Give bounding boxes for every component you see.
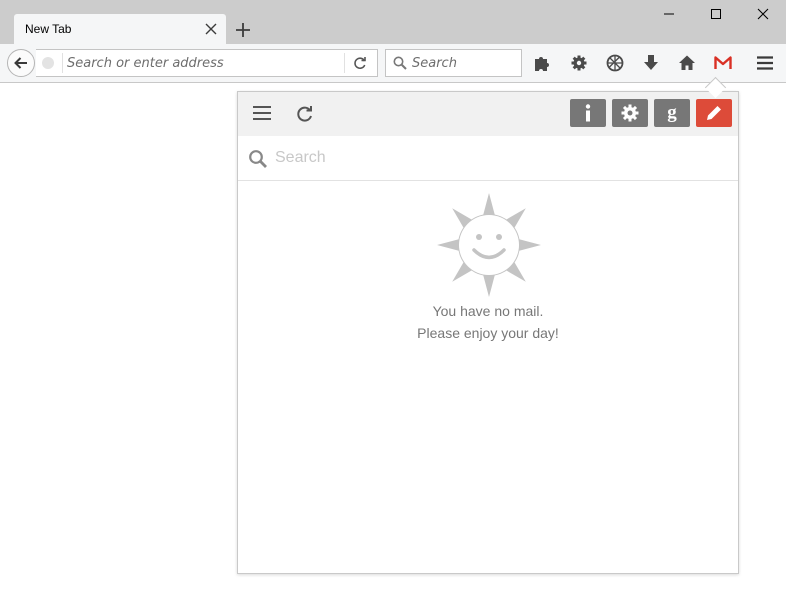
google-button[interactable]: g [654,99,690,127]
back-arrow-icon [14,57,27,69]
svg-text:g: g [667,103,677,123]
reload-icon[interactable] [352,55,368,71]
url-divider-2 [344,53,345,73]
new-tab-plus-icon[interactable] [234,21,252,39]
search-input[interactable] [412,53,512,73]
title-bar: New Tab [0,0,786,44]
minimize-button[interactable] [646,0,692,28]
hamburger-menu-icon[interactable] [755,53,775,73]
tab-new-tab[interactable]: New Tab [14,14,226,44]
tab-title: New Tab [25,22,72,36]
search-icon [249,150,267,168]
settings-button[interactable] [612,99,648,127]
popup-search-input[interactable] [275,147,715,169]
address-input[interactable] [67,53,337,73]
back-button[interactable] [7,49,35,77]
url-bar[interactable] [36,49,378,77]
maximize-button[interactable] [693,0,739,28]
url-divider [62,53,63,73]
settings-icon [621,104,639,122]
smiley-sun-icon [437,193,541,297]
globe-grid-icon[interactable] [605,53,625,73]
maximize-icon [711,9,721,19]
compose-button[interactable] [696,99,732,127]
identity-globe-icon[interactable] [42,57,54,69]
close-icon [757,8,769,20]
gmail-icon[interactable] [713,53,733,73]
popup-header: g [238,92,738,136]
refresh-icon[interactable] [295,104,315,124]
empty-message-line-1: You have no mail. [432,303,544,319]
gmail-popup: g You have no mail. Please enjoy your da… [237,91,739,574]
search-bar[interactable] [385,49,522,77]
popup-search-bar [238,136,738,181]
gear-icon[interactable] [569,53,589,73]
tab-close-icon[interactable] [204,22,218,36]
empty-message-line-2: Please enjoy your day! [417,325,559,341]
download-icon[interactable] [641,53,661,73]
home-icon[interactable] [677,53,697,73]
puzzle-icon[interactable] [533,53,553,73]
info-button[interactable] [570,99,606,127]
search-icon [393,56,407,70]
google-icon: g [667,103,677,123]
navigation-bar [0,44,786,83]
window-close-button[interactable] [740,0,786,28]
compose-pencil-icon [707,106,721,120]
menu-icon[interactable] [252,104,272,122]
minimize-icon [664,13,674,15]
info-icon [585,104,591,122]
